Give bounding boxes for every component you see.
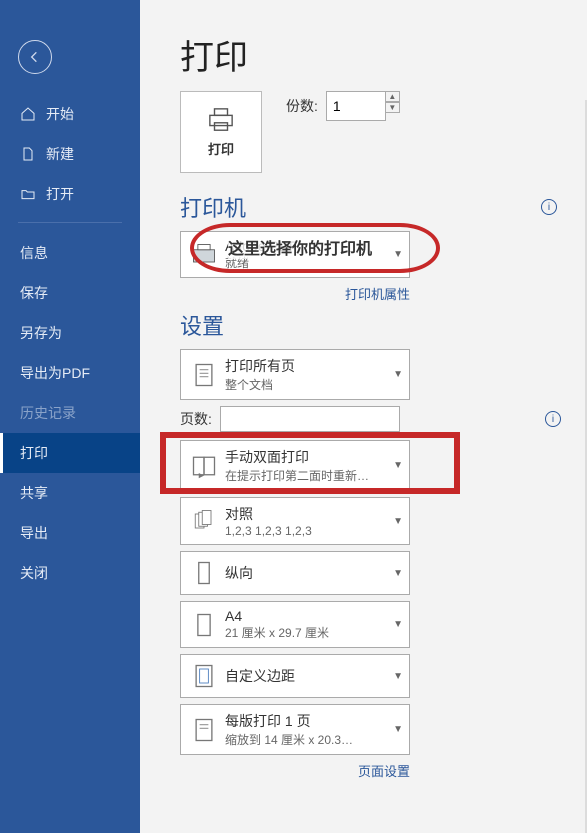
pages-per-sheet-icon (189, 715, 219, 745)
sidebar-item-label: 导出 (20, 523, 48, 543)
paper-size-select[interactable]: A4 21 厘米 x 29.7 厘米 ▼ (180, 601, 410, 648)
page-size-icon (189, 610, 219, 640)
sidebar-item-share[interactable]: 共享 (0, 473, 140, 513)
sidebar-item-label: 信息 (20, 243, 48, 263)
print-range-select[interactable]: 打印所有页 整个文档 ▼ (180, 349, 410, 400)
printer-name: Adobe PDF (225, 238, 389, 254)
sidebar-item-open[interactable]: 打开 (0, 174, 140, 214)
margins-select[interactable]: 自定义边距 ▼ (180, 654, 410, 698)
orientation-select[interactable]: 纵向 ▼ (180, 551, 410, 595)
chevron-down-icon: ▼ (393, 568, 403, 579)
sidebar-item-label: 打开 (46, 184, 74, 204)
chevron-down-icon[interactable]: ▼ (386, 102, 400, 113)
printer-status: 就绪 (225, 254, 389, 271)
printer-device-icon (189, 240, 219, 270)
printer-properties-link[interactable]: 打印机属性 (180, 284, 410, 303)
home-icon (20, 106, 36, 122)
print-button-label: 打印 (208, 139, 234, 158)
page-title: 打印 (180, 30, 557, 79)
sidebar-item-label: 共享 (20, 483, 48, 503)
back-button[interactable] (18, 40, 52, 74)
chevron-down-icon: ▼ (393, 369, 403, 380)
folder-open-icon (20, 186, 36, 202)
info-icon[interactable]: i (545, 411, 561, 427)
sidebar-separator (18, 222, 122, 223)
chevron-down-icon: ▼ (393, 724, 403, 735)
sidebar-item-exportpdf[interactable]: 导出为PDF (0, 353, 140, 393)
sidebar-item-label: 关闭 (20, 563, 48, 583)
chevron-down-icon: ▼ (393, 249, 403, 260)
sidebar: 开始 新建 打开 信息 保存 另存为 导出为PDF 历史记录 打印 共享 导出 … (0, 0, 140, 833)
file-icon (20, 146, 36, 162)
print-button[interactable]: 打印 (180, 91, 262, 173)
margins-icon (189, 661, 219, 691)
sidebar-item-label: 另存为 (20, 323, 62, 343)
page-setup-link[interactable]: 页面设置 (180, 761, 410, 780)
sidebar-item-new[interactable]: 新建 (0, 134, 140, 174)
sidebar-item-export[interactable]: 导出 (0, 513, 140, 553)
settings-section-title: 设置 (180, 309, 557, 341)
pages-input[interactable] (220, 406, 400, 432)
copies-label: 份数: (286, 96, 318, 116)
sidebar-item-label: 保存 (20, 283, 48, 303)
portrait-icon (189, 558, 219, 588)
printer-icon (206, 107, 236, 133)
pages-per-sheet-select[interactable]: 每版打印 1 页 缩放到 14 厘米 x 20.3… ▼ (180, 704, 410, 755)
sidebar-item-label: 打印 (20, 443, 48, 463)
copies-input[interactable] (326, 91, 386, 121)
sidebar-item-label: 历史记录 (20, 403, 76, 423)
sidebar-item-close[interactable]: 关闭 (0, 553, 140, 593)
sidebar-item-home[interactable]: 开始 (0, 94, 140, 134)
chevron-down-icon: ▼ (393, 460, 403, 471)
sidebar-item-info[interactable]: 信息 (0, 233, 140, 273)
sidebar-item-history: 历史记录 (0, 393, 140, 433)
duplex-icon (189, 451, 219, 481)
chevron-up-icon[interactable]: ▲ (386, 91, 400, 102)
sidebar-item-save[interactable]: 保存 (0, 273, 140, 313)
chevron-down-icon: ▼ (393, 671, 403, 682)
sidebar-item-label: 导出为PDF (20, 363, 90, 383)
main-panel: 打印 打印 份数: ▲ ▼ 打印机 i (140, 0, 587, 833)
sidebar-item-saveas[interactable]: 另存为 (0, 313, 140, 353)
pages-label: 页数: (180, 409, 212, 429)
arrow-left-icon (27, 49, 43, 65)
sidebar-item-label: 开始 (46, 104, 74, 124)
collate-select[interactable]: 对照 1,2,3 1,2,3 1,2,3 ▼ (180, 497, 410, 545)
info-icon[interactable]: i (541, 199, 557, 215)
sidebar-item-label: 新建 (46, 144, 74, 164)
chevron-down-icon: ▼ (393, 516, 403, 527)
printer-select[interactable]: Adobe PDF 就绪 ▼ (180, 231, 410, 278)
duplex-select[interactable]: 手动双面打印 在提示打印第二面时重新… ▼ (180, 440, 410, 491)
sidebar-item-print[interactable]: 打印 (0, 433, 140, 473)
collate-icon (189, 506, 219, 536)
pages-icon (189, 360, 219, 390)
chevron-down-icon: ▼ (393, 619, 403, 630)
copies-stepper[interactable]: ▲ ▼ (386, 91, 400, 121)
printer-section-title: 打印机 i (180, 191, 557, 223)
